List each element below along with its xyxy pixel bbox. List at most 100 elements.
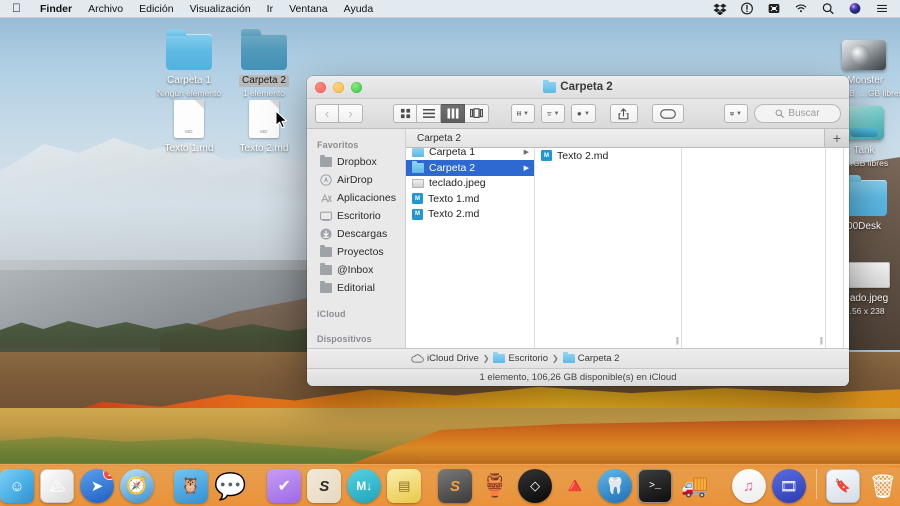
sidebar-item-aplicaciones[interactable]: Aplicaciones (307, 189, 405, 207)
share-icon (619, 107, 629, 119)
menu-ir[interactable]: Ir (259, 0, 281, 18)
sidebar-item-label: Aplicaciones (337, 192, 396, 204)
column-resize-handle[interactable]: || (820, 336, 823, 345)
apple-menu-icon[interactable]:  (12, 2, 21, 14)
disclosure-arrow-icon: ▶ (523, 149, 529, 157)
dock-item-notes[interactable]: ▤ (387, 469, 422, 503)
folder-icon (412, 160, 424, 173)
dock-item-final-cut[interactable]: 🎞 (771, 469, 806, 503)
dock-item-terminal[interactable]: >_ (638, 469, 673, 503)
breadcrumb-icloud-drive[interactable]: iCloud Drive (411, 353, 479, 364)
finder-tab-bar: Carpeta 2 + (406, 129, 849, 148)
forward-button[interactable]: › (339, 104, 363, 123)
menu-finder[interactable]: Finder (32, 0, 80, 18)
file-name: Texto 2.md (428, 208, 480, 221)
dock-item-tweetbot[interactable]: 🦉 (173, 469, 208, 503)
new-tab-button[interactable]: + (825, 129, 849, 147)
markdown-file-icon: M (412, 208, 423, 220)
notification-center-icon[interactable] (875, 2, 889, 15)
gallery-view-button[interactable] (465, 104, 489, 123)
menu-ayuda[interactable]: Ayuda (336, 0, 382, 18)
file-name: Texto 1.md (428, 192, 480, 205)
dock-item-itunes[interactable]: ♫ (731, 469, 766, 503)
table-row[interactable]: teclado.jpeg (406, 176, 534, 192)
wifi-icon[interactable] (794, 2, 808, 15)
back-button[interactable]: ‹ (315, 104, 339, 123)
dock-item-affinity-photo[interactable]: 🔺 (558, 469, 592, 503)
tab-carpeta-2[interactable]: Carpeta 2 (406, 129, 825, 147)
dock-item-mindnode[interactable]: 🦷 (598, 469, 633, 503)
siri-icon[interactable] (848, 2, 862, 15)
sidebar-item-descargas[interactable]: Descargas (307, 225, 405, 243)
dropbox-icon (729, 111, 735, 116)
column-browser: 00Desk ▶ Carpeta 1 ▶ Carpeta 2 ▶ (406, 129, 849, 348)
table-row[interactable]: Carpeta 2 ▶ (406, 160, 534, 176)
dock-item-diamond-app[interactable]: ◇ (518, 469, 553, 503)
sidebar-item-proyectos[interactable]: Proyectos (307, 243, 405, 261)
dock-item-safari[interactable]: 🧭 (120, 469, 154, 503)
breadcrumb-escritorio[interactable]: Escritorio (493, 352, 548, 364)
dock-item-hopper[interactable]: 🏺 (478, 469, 512, 503)
markdown-file-icon: M (541, 150, 552, 162)
sidebar-item-inbox[interactable]: @Inbox (307, 261, 405, 279)
menu-archivo[interactable]: Archivo (80, 0, 131, 18)
dock-item-photos[interactable]: 🏔 (40, 469, 74, 503)
list-view-button[interactable] (417, 104, 441, 123)
column-2: M Texto 2.md || (535, 129, 682, 348)
sidebar-section-favoritos: Favoritos (317, 140, 359, 150)
dock-item-trash[interactable]: 🗑 (866, 469, 900, 503)
sidebar-item-editorial[interactable]: Editorial (307, 279, 405, 297)
dock-item-webloc-file[interactable]: 🔖 (826, 469, 861, 503)
dock-item-slack[interactable]: S (307, 469, 342, 503)
desktop-icon-texto-2[interactable]: MD Texto 2.md (220, 90, 308, 156)
search-input[interactable]: Buscar (753, 104, 842, 123)
table-row[interactable]: M Texto 1.md (406, 191, 534, 207)
sidebar-item-label: Descargas (337, 228, 388, 240)
downloads-icon (319, 228, 332, 241)
table-row[interactable]: M Texto 2.md (535, 148, 681, 164)
folder-icon (412, 145, 424, 157)
dock: ☺ 🏔 ➤ 1 🧭 🦉 💬 ✔ S M↓ ▤ S 🏺 ◇ 🔺 🦷 >_ 🚚 ♫ 🎞… (0, 464, 900, 506)
dock-item-transmit[interactable]: 🚚 (678, 469, 712, 503)
airdrop-icon (319, 174, 332, 187)
finder-titlebar[interactable]: Carpeta 2 (307, 76, 849, 99)
dropbox-icon[interactable] (713, 2, 727, 15)
menu-bar-status-items (713, 2, 900, 15)
icon-view-button[interactable] (393, 104, 417, 123)
dock-item-mail[interactable]: ➤ 1 (80, 469, 114, 503)
dock-item-messages[interactable]: 💬 (214, 469, 248, 503)
tag-button[interactable] (651, 104, 684, 123)
sidebar-item-airdrop[interactable]: AirDrop (307, 171, 405, 189)
list-icon (422, 109, 435, 118)
share-button[interactable] (609, 104, 638, 123)
window-title: Carpeta 2 (307, 79, 849, 93)
sidebar-item-escritorio[interactable]: Escritorio (307, 207, 405, 225)
icloud-icon (411, 354, 424, 363)
desktop-icon-carpeta-2[interactable]: Carpeta 2 1 elemento (220, 22, 308, 99)
keyboard-shortcut-icon[interactable] (767, 2, 781, 15)
spotlight-search-icon[interactable] (821, 2, 835, 15)
dropbox-toolbar-button[interactable]: ▼ (723, 104, 748, 123)
sidebar-item-dropbox[interactable]: Dropbox (307, 153, 405, 171)
chevron-down-icon: ▼ (584, 110, 590, 117)
dock-item-sublime-text[interactable]: S (438, 469, 473, 503)
column-resize-handle[interactable]: || (676, 336, 679, 345)
gear-icon (577, 111, 582, 116)
do-not-disturb-icon[interactable] (740, 2, 754, 15)
action-menu-button[interactable]: ▼ (571, 104, 596, 123)
dock-item-marked[interactable]: M↓ (347, 469, 382, 503)
gallery-icon (470, 108, 483, 119)
menu-edicion[interactable]: Edición (131, 0, 181, 18)
table-row[interactable]: M Texto 2.md (406, 207, 534, 223)
menu-visualizacion[interactable]: Visualización (182, 0, 259, 18)
group-icon (547, 111, 552, 116)
menu-ventana[interactable]: Ventana (281, 0, 336, 18)
breadcrumb-carpeta-2[interactable]: Carpeta 2 (562, 352, 619, 364)
group-button[interactable]: ▼ (541, 104, 566, 123)
applications-icon (319, 192, 332, 205)
arrange-button[interactable]: ▼ (511, 104, 535, 123)
dock-item-finder[interactable]: ☺ (0, 469, 34, 503)
column-view-button[interactable] (441, 104, 465, 123)
dock-item-things[interactable]: ✔ (267, 469, 302, 503)
columns-icon (447, 108, 458, 119)
